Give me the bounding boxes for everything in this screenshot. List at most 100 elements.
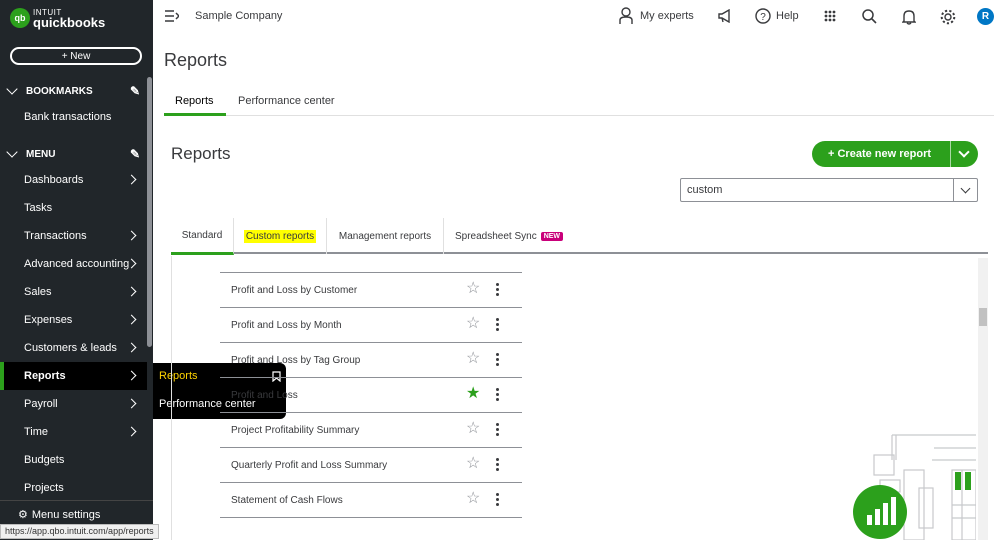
collapse-menu-icon[interactable]: [165, 10, 179, 22]
sidebar-item-label: Payroll: [24, 398, 58, 410]
report-name[interactable]: Profit and Loss by Month: [231, 320, 342, 331]
tab-reports[interactable]: Reports: [175, 95, 214, 107]
my-experts-label: My experts: [640, 10, 694, 22]
star-outline-icon[interactable]: ☆: [466, 491, 480, 507]
edit-bookmarks-pencil-icon[interactable]: ✎: [130, 84, 140, 98]
report-row[interactable]: Project Profitability Summary ☆: [220, 413, 522, 448]
report-name[interactable]: Profit and Loss: [231, 390, 298, 401]
sidebar-item-sales[interactable]: Sales: [0, 278, 147, 306]
chevron-down-icon: [6, 83, 18, 95]
sidebar-item-label: Sales: [24, 286, 52, 298]
list-item-partial: [220, 256, 522, 273]
report-list-scrollbar[interactable]: [978, 258, 988, 540]
sidebar-item-tasks[interactable]: Tasks: [0, 194, 147, 222]
sidebar-item-time[interactable]: Time: [0, 418, 147, 446]
apps-grid-icon[interactable]: [824, 10, 836, 22]
qb-logo-icon: qb: [10, 8, 30, 28]
more-options-icon[interactable]: [496, 458, 499, 471]
scrollbar-thumb[interactable]: [979, 308, 987, 326]
megaphone-icon[interactable]: [718, 9, 732, 23]
sidebar-item-label: Time: [24, 426, 49, 438]
sidebar: qb INTUIT quickbooks + New BOOKMARKS ✎ B…: [0, 0, 153, 540]
star-outline-icon[interactable]: ☆: [466, 456, 480, 472]
report-row[interactable]: Quarterly Profit and Loss Summary ☆: [220, 448, 522, 483]
report-row[interactable]: Profit and Loss by Tag Group ☆: [220, 343, 522, 378]
active-tab-underline: [164, 113, 226, 116]
top-bar: Sample Company My experts ? Help R: [153, 0, 998, 34]
sidebar-item-dashboards[interactable]: Dashboards: [0, 166, 147, 194]
user-avatar[interactable]: R: [977, 8, 994, 25]
report-row[interactable]: Profit and Loss ★: [220, 378, 522, 413]
report-row[interactable]: Statement of Cash Flows ☆: [220, 483, 522, 518]
sidebar-item-customers-leads[interactable]: Customers & leads: [0, 334, 147, 362]
quickbooks-logo[interactable]: qb INTUIT quickbooks: [10, 8, 106, 30]
sidebar-scrollbar[interactable]: [147, 77, 152, 347]
star-outline-icon[interactable]: ☆: [466, 316, 480, 332]
new-button[interactable]: + New: [10, 47, 142, 65]
tab-spreadsheet-sync[interactable]: Spreadsheet Sync NEW: [444, 218, 574, 254]
sidebar-item-advanced-accounting[interactable]: Advanced accounting: [0, 250, 147, 278]
report-name[interactable]: Quarterly Profit and Loss Summary: [231, 460, 387, 471]
bookmarks-header[interactable]: BOOKMARKS ✎: [6, 83, 140, 98]
sidebar-item-label: Tasks: [24, 202, 53, 214]
report-row[interactable]: Profit and Loss by Month ☆: [220, 308, 522, 343]
more-options-icon[interactable]: [496, 493, 499, 506]
more-options-icon[interactable]: [496, 423, 499, 436]
report-tabs: Standard Custom reports Management repor…: [171, 218, 988, 255]
sidebar-item-transactions[interactable]: Transactions: [0, 222, 147, 250]
menu-settings-label: Menu settings: [31, 508, 101, 521]
sidebar-item-budgets[interactable]: Budgets: [0, 446, 147, 474]
more-options-icon[interactable]: [496, 388, 499, 401]
report-row[interactable]: Profit and Loss by Customer ☆: [220, 273, 522, 308]
report-search-input[interactable]: [681, 184, 953, 196]
more-options-icon[interactable]: [496, 283, 499, 296]
menu-header[interactable]: MENU ✎: [6, 146, 140, 161]
search-icon[interactable]: [862, 9, 877, 24]
performance-chart-button[interactable]: [853, 485, 907, 539]
my-experts-button[interactable]: My experts: [619, 7, 694, 25]
star-outline-icon[interactable]: ☆: [466, 281, 480, 297]
svg-text:?: ?: [760, 12, 766, 23]
report-name[interactable]: Project Profitability Summary: [231, 425, 359, 436]
create-new-report-button[interactable]: + Create new report: [812, 141, 978, 167]
logo-line2: quickbooks: [33, 15, 106, 30]
sidebar-item-expenses[interactable]: Expenses: [0, 306, 147, 334]
star-filled-icon[interactable]: ★: [466, 386, 480, 402]
report-name[interactable]: Profit and Loss by Tag Group: [231, 355, 360, 366]
tab-management-reports-label: Management reports: [338, 230, 432, 242]
sidebar-item-payroll[interactable]: Payroll: [0, 390, 147, 418]
bell-icon[interactable]: [902, 9, 916, 25]
top-tabs: Reports Performance center: [164, 90, 994, 116]
report-search-box[interactable]: [680, 178, 978, 202]
tab-management-reports[interactable]: Management reports: [327, 218, 444, 254]
status-bar-url: https://app.qbo.intuit.com/app/reports: [0, 524, 159, 539]
tab-performance-center[interactable]: Performance center: [238, 95, 335, 107]
sidebar-item-label: Budgets: [24, 454, 65, 466]
tab-standard[interactable]: Standard: [171, 218, 234, 255]
sidebar-item-reports[interactable]: Reports: [0, 362, 147, 390]
report-name[interactable]: Statement of Cash Flows: [231, 495, 343, 506]
chevron-right-icon: [126, 314, 137, 325]
help-button[interactable]: ? Help: [755, 8, 799, 24]
chevron-down-icon[interactable]: [960, 183, 971, 193]
sidebar-item-projects[interactable]: Projects: [0, 474, 147, 502]
more-options-icon[interactable]: [496, 353, 499, 366]
bar-chart-icon: [867, 497, 896, 525]
chevron-down-icon[interactable]: [958, 146, 970, 158]
star-outline-icon[interactable]: ☆: [466, 351, 480, 367]
new-badge: NEW: [540, 231, 564, 241]
sidebar-item-label: Projects: [24, 482, 64, 494]
sidebar-item-label: Expenses: [24, 314, 73, 326]
report-name[interactable]: Profit and Loss by Customer: [231, 285, 357, 296]
edit-menu-pencil-icon[interactable]: ✎: [130, 147, 140, 161]
settings-gear-icon[interactable]: [940, 9, 956, 25]
menu-label: MENU: [26, 148, 56, 160]
star-outline-icon[interactable]: ☆: [466, 421, 480, 437]
bookmark-item-bank-transactions[interactable]: Bank transactions: [0, 103, 147, 131]
tab-custom-reports[interactable]: Custom reports: [234, 218, 327, 254]
company-name[interactable]: Sample Company: [195, 10, 282, 22]
help-icon: ?: [755, 8, 771, 24]
chevron-right-icon: [126, 174, 137, 185]
more-options-icon[interactable]: [496, 318, 499, 331]
tab-custom-reports-label: Custom reports: [243, 229, 317, 243]
